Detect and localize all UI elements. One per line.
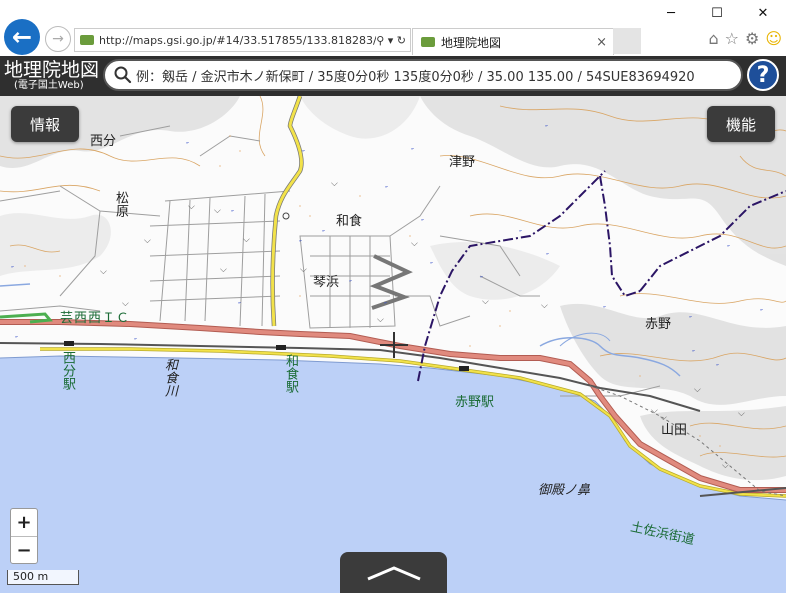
- cape-label-gotenosaki: 御殿ノ鼻: [538, 483, 591, 498]
- chevron-up-icon: [366, 565, 421, 580]
- home-icon[interactable]: ⌂: [708, 29, 718, 48]
- svg-text:″: ″: [603, 305, 606, 314]
- maximize-button[interactable]: ☐: [694, 0, 740, 26]
- favorites-star-icon[interactable]: ☆: [725, 29, 739, 48]
- svg-text:⌵: ⌵: [651, 406, 658, 416]
- place-label-kotogahama: 琴浜: [313, 275, 340, 290]
- place-label-matsubara: 松原: [113, 191, 128, 217]
- place-label-yamada: 山田: [661, 423, 688, 438]
- zoom-in-button[interactable]: +: [11, 509, 37, 537]
- zoom-control: + −: [10, 508, 38, 564]
- svg-text:″: ″: [322, 229, 325, 238]
- svg-text:⌵: ⌵: [541, 301, 548, 311]
- place-label-tsuno: 津野: [449, 155, 476, 170]
- browser-tools: ⌂ ☆ ⚙ ☺: [708, 29, 782, 48]
- minimize-button[interactable]: ─: [648, 0, 694, 26]
- search-icon: [114, 66, 132, 84]
- svg-text:″: ″: [11, 265, 14, 274]
- svg-text:″: ″: [689, 315, 692, 324]
- svg-text:⌵: ⌵: [243, 235, 250, 245]
- site-favicon-icon: [80, 35, 94, 45]
- svg-text:″: ″: [15, 335, 18, 344]
- bottom-drawer-toggle[interactable]: [340, 552, 447, 593]
- address-bar[interactable]: http://maps.gsi.go.jp/#14/33.517855/133.…: [74, 28, 411, 52]
- help-button[interactable]: ?: [747, 59, 779, 91]
- zoom-out-button[interactable]: −: [11, 537, 37, 564]
- svg-text:⌵: ⌵: [411, 239, 418, 249]
- info-button[interactable]: 情報: [11, 106, 79, 142]
- app-subtitle: (電子国土Web): [14, 80, 84, 91]
- arrow-right-icon: →: [52, 31, 64, 47]
- svg-text:″: ″: [299, 239, 302, 248]
- station-label-nishibun: 西分駅: [60, 351, 75, 390]
- svg-text:⌵: ⌵: [738, 409, 745, 419]
- scale-bar: 500 m: [7, 570, 79, 585]
- svg-text:″: ″: [519, 229, 522, 238]
- svg-text:⌵: ⌵: [377, 315, 384, 325]
- app-header: 地理院地図 (電子国土Web) 例：剱岳 / 金沢市木ノ新保町 / 35度0分0…: [0, 56, 786, 96]
- ic-label-aki-nishi: 芸西西ＩＣ: [60, 311, 131, 326]
- svg-text:″: ″: [385, 185, 388, 194]
- svg-text:″: ″: [134, 337, 137, 346]
- svg-text:⌵: ⌵: [300, 265, 307, 275]
- window-controls: ─ ☐ ✕: [648, 0, 786, 26]
- svg-text:⌵: ⌵: [482, 297, 489, 307]
- svg-text:″: ″: [692, 349, 695, 358]
- settings-gear-icon[interactable]: ⚙: [745, 29, 759, 48]
- browser-tab[interactable]: 地理院地図 ×: [412, 28, 614, 55]
- feedback-smiley-icon[interactable]: ☺: [765, 29, 782, 48]
- station-label-akano: 赤野駅: [455, 395, 495, 410]
- svg-text:⌵: ⌵: [220, 265, 227, 275]
- back-button[interactable]: ←: [4, 19, 40, 55]
- svg-text:″: ″: [186, 141, 189, 150]
- svg-text:″: ″: [760, 308, 763, 317]
- svg-text:″: ″: [411, 147, 414, 156]
- svg-text:″: ″: [546, 252, 549, 261]
- svg-text:″: ″: [238, 301, 241, 310]
- tab-title: 地理院地図: [441, 35, 502, 50]
- forward-button[interactable]: →: [45, 26, 71, 52]
- tab-favicon-icon: [421, 37, 435, 47]
- svg-text:⌵: ⌵: [214, 206, 221, 216]
- svg-text:″: ″: [302, 149, 305, 158]
- function-button[interactable]: 機能: [707, 106, 775, 142]
- search-placeholder: 例：剱岳 / 金沢市木ノ新保町 / 35度0分0秒 135度0分0秒 / 35.…: [136, 69, 695, 85]
- tab-close-button[interactable]: ×: [596, 35, 607, 50]
- arrow-left-icon: ←: [11, 23, 33, 51]
- app-title: 地理院地図: [4, 59, 100, 81]
- svg-text:⌵: ⌵: [144, 236, 151, 246]
- map-canvas[interactable]: ″ ″ ″ ″ ″ ″ ″ ″ ″ ″ ″ ″ ″ ″ ″ ″ ″ ″ ″ ″ ″ ″ ″ ″ ″ ⌵ ⌵ ⌵ ⌵ ⌵ ⌵ ⌵ ⌵ ⌵…: [0, 96, 786, 593]
- svg-text:″: ″: [716, 363, 719, 372]
- svg-text:⌵: ⌵: [331, 179, 338, 189]
- svg-text:⌵: ⌵: [722, 461, 729, 471]
- new-tab-button[interactable]: [613, 28, 641, 54]
- address-controls[interactable]: ⚲ ▾ ↻: [376, 34, 406, 47]
- svg-text:⌵: ⌵: [694, 385, 701, 395]
- river-label-wajiki: 和食川: [162, 358, 177, 397]
- search-input[interactable]: 例：剱岳 / 金沢市木ノ新保町 / 35度0分0秒 135度0分0秒 / 35.…: [103, 59, 743, 91]
- close-window-button[interactable]: ✕: [740, 0, 786, 26]
- place-label-akano: 赤野: [645, 317, 672, 332]
- svg-text:″: ″: [384, 301, 387, 310]
- svg-text:″: ″: [349, 279, 352, 288]
- svg-text:″: ″: [727, 244, 730, 253]
- svg-text:″: ″: [231, 209, 234, 218]
- svg-text:″: ″: [545, 124, 548, 133]
- svg-text:″: ″: [421, 218, 424, 227]
- station-label-wajiki: 和食駅: [283, 354, 298, 393]
- map-base-layer: ″ ″ ″ ″ ″ ″ ″ ″ ″ ″ ″ ″ ″ ″ ″ ″ ″ ″ ″ ″ ″ ″ ″ ″ ″ ⌵ ⌵ ⌵ ⌵ ⌵ ⌵ ⌵ ⌵ ⌵…: [0, 96, 786, 593]
- svg-text:⌵: ⌵: [100, 267, 107, 277]
- svg-text:⌵: ⌵: [188, 202, 195, 212]
- svg-text:″: ″: [430, 261, 433, 270]
- place-label-wajiki: 和食: [336, 214, 363, 229]
- app-brand[interactable]: 地理院地図 (電子国土Web): [4, 60, 99, 91]
- browser-chrome: ← → http://maps.gsi.go.jp/#14/33.517855/…: [0, 0, 786, 56]
- url-text[interactable]: http://maps.gsi.go.jp/#14/33.517855/133.…: [99, 34, 376, 47]
- svg-text:″: ″: [480, 275, 483, 284]
- place-label-nishibun: 西分: [90, 134, 117, 149]
